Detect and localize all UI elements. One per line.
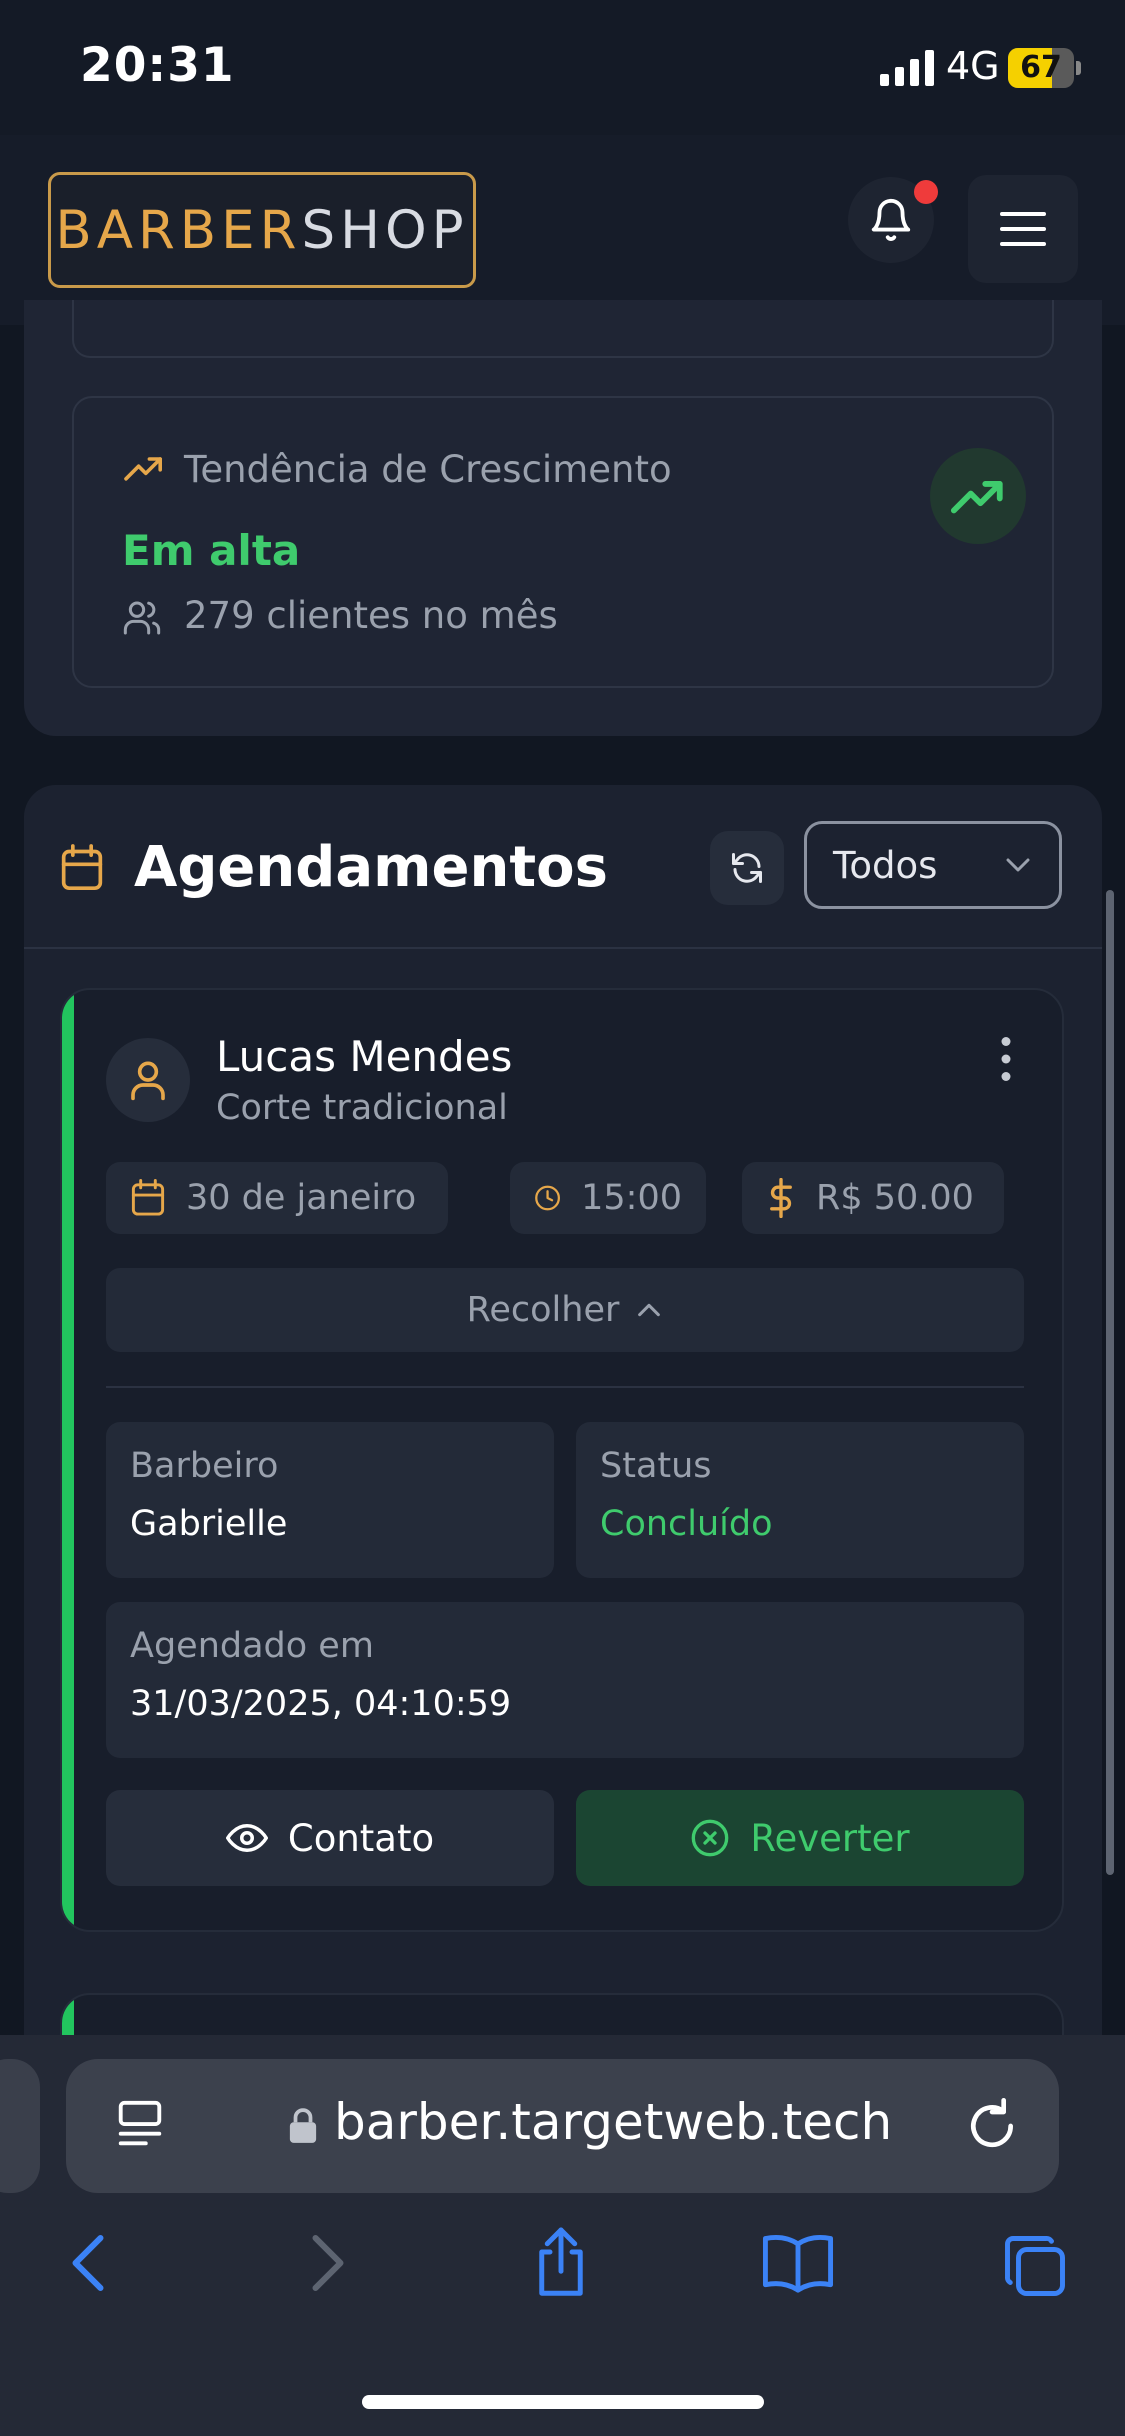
address-bar[interactable]: barber.targetweb.tech	[66, 2059, 1059, 2193]
chevron-up-icon	[638, 1303, 661, 1317]
contact-button[interactable]: Contato	[106, 1790, 554, 1886]
browser-toolbar: barber.targetweb.tech	[0, 2035, 1125, 2436]
battery-body: 67	[1008, 48, 1074, 88]
filter-value: Todos	[833, 843, 938, 887]
menu-button[interactable]	[968, 175, 1078, 283]
page-scrollbar[interactable]	[1106, 890, 1114, 1875]
page-menu-icon[interactable]	[114, 2099, 166, 2153]
battery-icon: 67	[1008, 48, 1081, 88]
status-label: Status	[600, 1446, 712, 1486]
status-time: 20:31	[80, 38, 235, 93]
previous-stat-box	[72, 300, 1054, 358]
battery-cap	[1076, 61, 1081, 75]
refresh-icon	[732, 853, 762, 883]
back-icon[interactable]	[66, 2233, 110, 2293]
appointment-price: R$ 50.00	[816, 1178, 974, 1218]
trending-up-icon	[950, 481, 1003, 514]
revert-button[interactable]: Reverter	[576, 1790, 1024, 1886]
appointment-date: 30 de janeiro	[186, 1178, 417, 1218]
reload-icon[interactable]	[964, 2097, 1020, 2155]
hamburger-menu-icon	[1000, 212, 1046, 246]
notification-badge	[914, 180, 938, 204]
more-options-icon[interactable]	[992, 1034, 1020, 1084]
trend-status: Em alta	[122, 526, 301, 575]
brand-logo[interactable]: BARBER SHOP	[48, 172, 476, 288]
status-value: Concluído	[600, 1504, 773, 1544]
appointment-card[interactable]: Lucas Mendes Corte tradicional 30 de jan…	[60, 988, 1064, 1932]
calendar-icon	[61, 844, 103, 890]
barber-label: Barbeiro	[130, 1446, 279, 1486]
trending-up-icon	[124, 457, 163, 481]
collapse-button[interactable]: Recolher	[106, 1268, 1024, 1352]
forward-icon[interactable]	[306, 2233, 350, 2293]
date-chip: 30 de janeiro	[106, 1162, 448, 1234]
revert-label: Reverter	[750, 1816, 910, 1860]
lock-icon	[289, 2108, 317, 2143]
appointment-time: 15:00	[581, 1178, 682, 1218]
scheduled-label: Agendado em	[130, 1626, 374, 1666]
status-filter-select[interactable]: Todos	[804, 821, 1062, 909]
tabs-icon[interactable]	[1000, 2233, 1070, 2299]
share-icon[interactable]	[528, 2227, 594, 2299]
appointments-panel: Agendamentos Todos Lucas Mendes Corte tr…	[24, 785, 1102, 2113]
divider	[24, 947, 1102, 949]
refresh-button[interactable]	[710, 831, 784, 905]
status-accent-bar	[62, 990, 74, 1930]
bookmarks-icon[interactable]	[760, 2233, 836, 2293]
price-chip: R$ 50.00	[742, 1162, 1004, 1234]
growth-trend-box: Tendência de Crescimento Em alta 279 cli…	[72, 396, 1054, 688]
status-bar: 20:31 4G 67	[0, 0, 1125, 135]
scheduled-at-info: Agendado em 31/03/2025, 04:10:59	[106, 1602, 1024, 1758]
monthly-clients: 279 clientes no mês	[184, 594, 558, 637]
status-info: Status Concluído	[576, 1422, 1024, 1578]
collapse-label: Recolher	[466, 1290, 620, 1330]
app-header: BARBER SHOP	[0, 135, 1125, 325]
x-circle-icon	[692, 1819, 729, 1857]
time-chip: 15:00	[510, 1162, 706, 1234]
network-label: 4G	[946, 44, 1000, 88]
trend-title: Tendência de Crescimento	[184, 448, 672, 491]
user-icon	[131, 1061, 165, 1101]
eye-icon	[225, 1824, 268, 1852]
dollar-icon	[770, 1178, 792, 1218]
logo-part-barber: BARBER	[55, 199, 302, 261]
url-text: barber.targetweb.tech	[334, 2093, 893, 2151]
appointments-title: Agendamentos	[134, 835, 608, 900]
scheduled-timestamp: 31/03/2025, 04:10:59	[130, 1684, 512, 1724]
logo-part-shop: SHOP	[301, 199, 469, 261]
home-indicator[interactable]	[362, 2395, 764, 2409]
signal-icon	[880, 50, 934, 86]
client-avatar	[106, 1038, 190, 1122]
users-icon	[123, 601, 161, 635]
barber-info: Barbeiro Gabrielle	[106, 1422, 554, 1578]
divider	[106, 1386, 1024, 1388]
previous-tab-preview[interactable]	[0, 2059, 40, 2193]
trend-badge	[930, 448, 1026, 544]
barber-name: Gabrielle	[130, 1504, 288, 1544]
stats-card: Tendência de Crescimento Em alta 279 cli…	[24, 300, 1102, 736]
clock-icon	[535, 1185, 560, 1211]
battery-label: 67	[1020, 50, 1062, 85]
calendar-icon	[131, 1179, 165, 1216]
bell-icon	[871, 199, 911, 241]
contact-label: Contato	[287, 1816, 435, 1860]
client-name: Lucas Mendes	[216, 1032, 513, 1081]
service-name: Corte tradicional	[216, 1088, 508, 1128]
chevron-down-icon	[1006, 858, 1030, 872]
